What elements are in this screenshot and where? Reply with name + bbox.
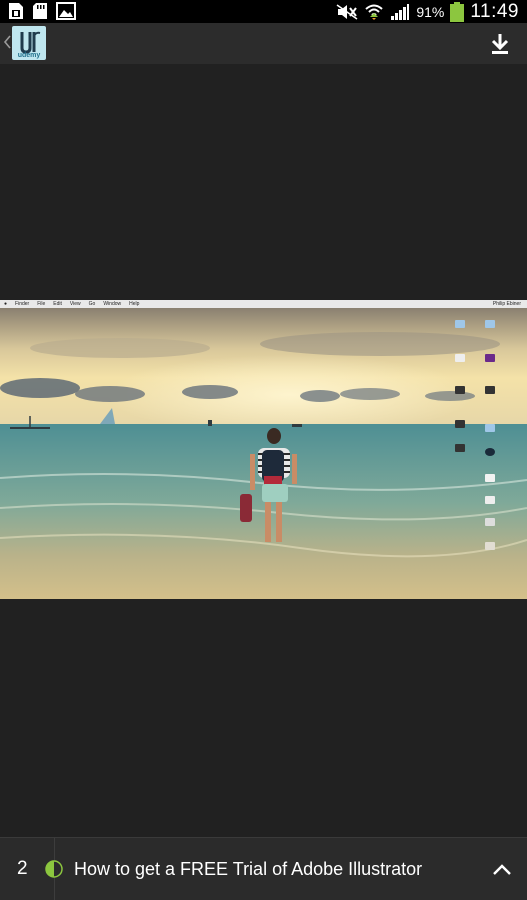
image-icon <box>56 2 76 20</box>
status-right-icons: 91% 11:49 <box>336 0 519 23</box>
desktop-disc-icon <box>485 448 495 456</box>
desktop-file-icon <box>485 354 495 362</box>
sd-card-icon <box>33 3 47 19</box>
desktop-folder-icon <box>455 320 465 328</box>
menubar-item: Go <box>88 301 96 307</box>
chevron-up-icon[interactable] <box>491 859 513 881</box>
desktop-screenshot-icon <box>455 386 465 394</box>
menubar-user: Philip Ebiner <box>492 301 521 307</box>
menubar-item: Finder <box>15 301 30 307</box>
menubar-right: Philip Ebiner <box>493 301 527 307</box>
menubar-item: Help <box>129 301 140 307</box>
menubar-item: File <box>37 301 46 307</box>
desktop-icons <box>451 320 521 580</box>
desktop-menubar: ● Finder File Edit View Go Window Help P… <box>0 300 527 308</box>
lecture-index: 2 <box>17 858 28 879</box>
signal-icon <box>391 3 410 20</box>
desktop-folder-icon <box>485 320 495 328</box>
up-chevron-icon[interactable] <box>2 32 12 52</box>
menubar-item: Edit <box>53 301 62 307</box>
status-bar: 91% 11:49 <box>0 0 527 23</box>
desktop-screenshot-icon <box>455 420 465 428</box>
logo-wordmark: udemy <box>17 52 41 59</box>
status-left-icons <box>8 2 76 20</box>
battery-icon <box>450 1 465 22</box>
sim-card-icon <box>9 3 23 19</box>
progress-half-icon <box>45 860 63 878</box>
desktop-file-icon <box>455 354 465 362</box>
desktop-screenshot-icon <box>485 386 495 394</box>
desktop-file-icon <box>485 496 495 504</box>
desktop-network-icon <box>485 518 495 526</box>
lecture-video-frame[interactable]: ● Finder File Edit View Go Window Help P… <box>0 300 527 599</box>
desktop-file-icon <box>485 474 495 482</box>
battery-percent: 91% <box>416 3 445 20</box>
mute-icon <box>336 3 358 20</box>
desktop-folder-icon <box>485 424 495 432</box>
menubar-item: Window <box>103 301 122 307</box>
app-logo[interactable]: udemy <box>12 26 46 60</box>
wifi-icon <box>365 4 383 20</box>
lecture-title: How to get a FREE Trial of Adobe Illustr… <box>74 859 423 879</box>
menubar-item: View <box>69 301 81 307</box>
apple-icon: ● <box>4 301 8 307</box>
desktop-screenshot-icon <box>455 444 465 452</box>
lecture-bar[interactable]: 2 How to get a FREE Trial of Adobe Illus… <box>0 837 527 900</box>
desktop-file-icon <box>485 542 495 550</box>
download-icon[interactable] <box>487 31 513 57</box>
beach-wallpaper <box>0 308 527 599</box>
action-bar: udemy <box>0 23 527 64</box>
clock: 11:49 <box>470 0 519 22</box>
